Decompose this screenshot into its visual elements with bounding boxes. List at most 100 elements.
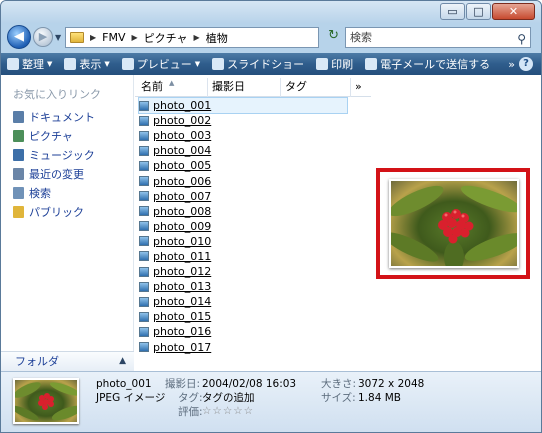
search-input[interactable]: 検索 ⚲ <box>345 27 531 48</box>
breadcrumb-plants[interactable]: 植物 <box>206 30 228 46</box>
file-row[interactable]: photo_002 <box>139 113 347 128</box>
favorite-link[interactable]: ミュージック <box>13 145 95 164</box>
favorite-links-header: お気に入りリンク <box>13 88 101 101</box>
organize-icon <box>7 58 19 70</box>
file-name[interactable]: photo_016 <box>153 325 211 338</box>
favorite-link[interactable]: ピクチャ <box>13 126 95 145</box>
search-folder-icon <box>13 186 24 199</box>
more-commands-button[interactable]: » <box>502 53 519 75</box>
file-row[interactable]: photo_015 <box>139 309 347 324</box>
organize-button[interactable]: 整理 ▼ <box>1 53 58 75</box>
title-bar: ▭ □ ✕ <box>1 1 541 23</box>
column-header-date-taken[interactable]: 撮影日 <box>208 78 281 97</box>
file-row[interactable]: photo_012 <box>139 264 347 279</box>
email-button[interactable]: 電子メールで送信する <box>359 53 496 75</box>
rating-stars[interactable]: ☆☆☆☆☆ <box>202 404 254 418</box>
file-name[interactable]: photo_009 <box>153 220 211 233</box>
back-button[interactable]: ◀ <box>7 25 31 49</box>
print-button[interactable]: 印刷 <box>310 53 359 75</box>
file-row[interactable]: photo_010 <box>139 234 347 249</box>
image-file-icon <box>139 326 149 337</box>
file-row[interactable]: photo_017 <box>139 340 347 355</box>
column-date-label: 撮影日 <box>212 80 245 93</box>
image-file-icon <box>139 176 149 187</box>
file-name[interactable]: photo_010 <box>153 235 211 248</box>
image-file-icon <box>139 296 149 307</box>
file-row[interactable]: photo_013 <box>139 279 347 294</box>
public-icon <box>13 205 24 218</box>
file-row[interactable]: photo_008 <box>139 204 347 219</box>
details-filename: photo_001 <box>96 378 152 390</box>
details-thumbnail <box>13 378 79 424</box>
file-row[interactable]: photo_014 <box>139 294 347 309</box>
chevron-right-icon[interactable]: ▶ <box>194 33 200 42</box>
preview-highlight-frame <box>376 168 530 279</box>
breadcrumb-pictures[interactable]: ピクチャ <box>144 30 188 46</box>
views-icon <box>64 58 77 70</box>
favorite-link-label: ドキュメント <box>29 110 95 124</box>
favorite-link[interactable]: パブリック <box>13 202 95 221</box>
close-button[interactable]: ✕ <box>492 3 535 20</box>
file-row[interactable]: photo_011 <box>139 249 347 264</box>
slideshow-button[interactable]: スライドショー <box>206 53 310 75</box>
folders-toggle[interactable]: フォルダ ▲ <box>1 351 134 371</box>
file-name[interactable]: photo_014 <box>153 295 211 308</box>
file-row[interactable]: photo_005 <box>139 158 347 173</box>
recent-pages-dropdown-icon[interactable]: ▼ <box>55 33 61 42</box>
file-name[interactable]: photo_004 <box>153 144 211 157</box>
more-commands-icon: » <box>508 57 515 71</box>
favorite-link-label: パブリック <box>29 205 84 219</box>
file-name[interactable]: photo_011 <box>153 250 211 263</box>
file-name[interactable]: photo_003 <box>153 129 211 142</box>
preview-icon <box>121 58 134 70</box>
file-name[interactable]: photo_005 <box>153 159 211 172</box>
file-name[interactable]: photo_013 <box>153 280 211 293</box>
breadcrumb-fmv[interactable]: FMV <box>102 31 125 44</box>
preview-image[interactable] <box>389 179 519 268</box>
file-name[interactable]: photo_012 <box>153 265 211 278</box>
dimensions-label: 大きさ: <box>321 378 357 390</box>
file-name[interactable]: photo_006 <box>153 175 211 188</box>
views-button[interactable]: 表示 ▼ <box>58 53 115 75</box>
image-file-icon <box>139 266 149 277</box>
favorite-link[interactable]: 最近の変更 <box>13 164 95 183</box>
image-file-icon <box>139 342 149 353</box>
forward-button[interactable]: ▶ <box>33 27 53 47</box>
search-icon[interactable]: ⚲ <box>517 30 526 49</box>
file-name[interactable]: photo_015 <box>153 310 211 323</box>
column-header-name[interactable]: ▲ 名前 <box>137 78 208 97</box>
file-row[interactable]: photo_016 <box>139 324 347 339</box>
chevron-right-icon[interactable]: ▶ <box>132 33 138 42</box>
file-name[interactable]: photo_001 <box>153 99 211 112</box>
file-row[interactable]: photo_006 <box>139 173 347 188</box>
favorite-link[interactable]: 検索 <box>13 183 95 202</box>
image-file-icon <box>139 100 149 111</box>
refresh-icon[interactable]: ↻ <box>319 28 339 48</box>
column-header-tags[interactable]: タグ <box>281 78 351 97</box>
file-row[interactable]: photo_009 <box>139 219 347 234</box>
navigation-pane: お気に入りリンク ドキュメントピクチャ ミュージック 最近の変更 検索パブリック フォ… <box>1 75 134 371</box>
file-row[interactable]: photo_003 <box>139 128 347 143</box>
address-bar[interactable]: ▶ FMV ▶ ピクチャ ▶ 植物 <box>65 27 319 48</box>
file-row[interactable]: photo_004 <box>139 143 347 158</box>
chevron-up-icon: ▲ <box>119 356 126 366</box>
file-name[interactable]: photo_008 <box>153 205 211 218</box>
preview-button[interactable]: プレビュー ▼ <box>116 53 206 75</box>
help-icon[interactable]: ? <box>519 57 533 71</box>
explorer-window: ▭ □ ✕ ◀ ▶ ▼ ▶ FMV ▶ ピクチャ ▶ 植物 ↻ 検索 ⚲ 整理 … <box>0 0 542 433</box>
file-name[interactable]: photo_017 <box>153 341 211 354</box>
image-file-icon <box>139 236 149 247</box>
chevron-right-icon[interactable]: ▶ <box>90 33 96 42</box>
file-row[interactable]: photo_001 <box>138 96 348 115</box>
maximize-button[interactable]: □ <box>466 3 491 20</box>
file-name[interactable]: photo_007 <box>153 190 211 203</box>
file-name[interactable]: photo_002 <box>153 114 211 127</box>
column-header-more[interactable]: » <box>351 78 371 97</box>
close-icon: ✕ <box>508 5 519 18</box>
recent-icon <box>13 167 24 180</box>
minimize-button[interactable]: ▭ <box>440 3 465 20</box>
file-row[interactable]: photo_007 <box>139 189 347 204</box>
add-tag-field[interactable]: タグの追加 <box>202 391 255 405</box>
folders-label: フォルダ <box>15 355 59 368</box>
favorite-link[interactable]: ドキュメント <box>13 107 95 126</box>
